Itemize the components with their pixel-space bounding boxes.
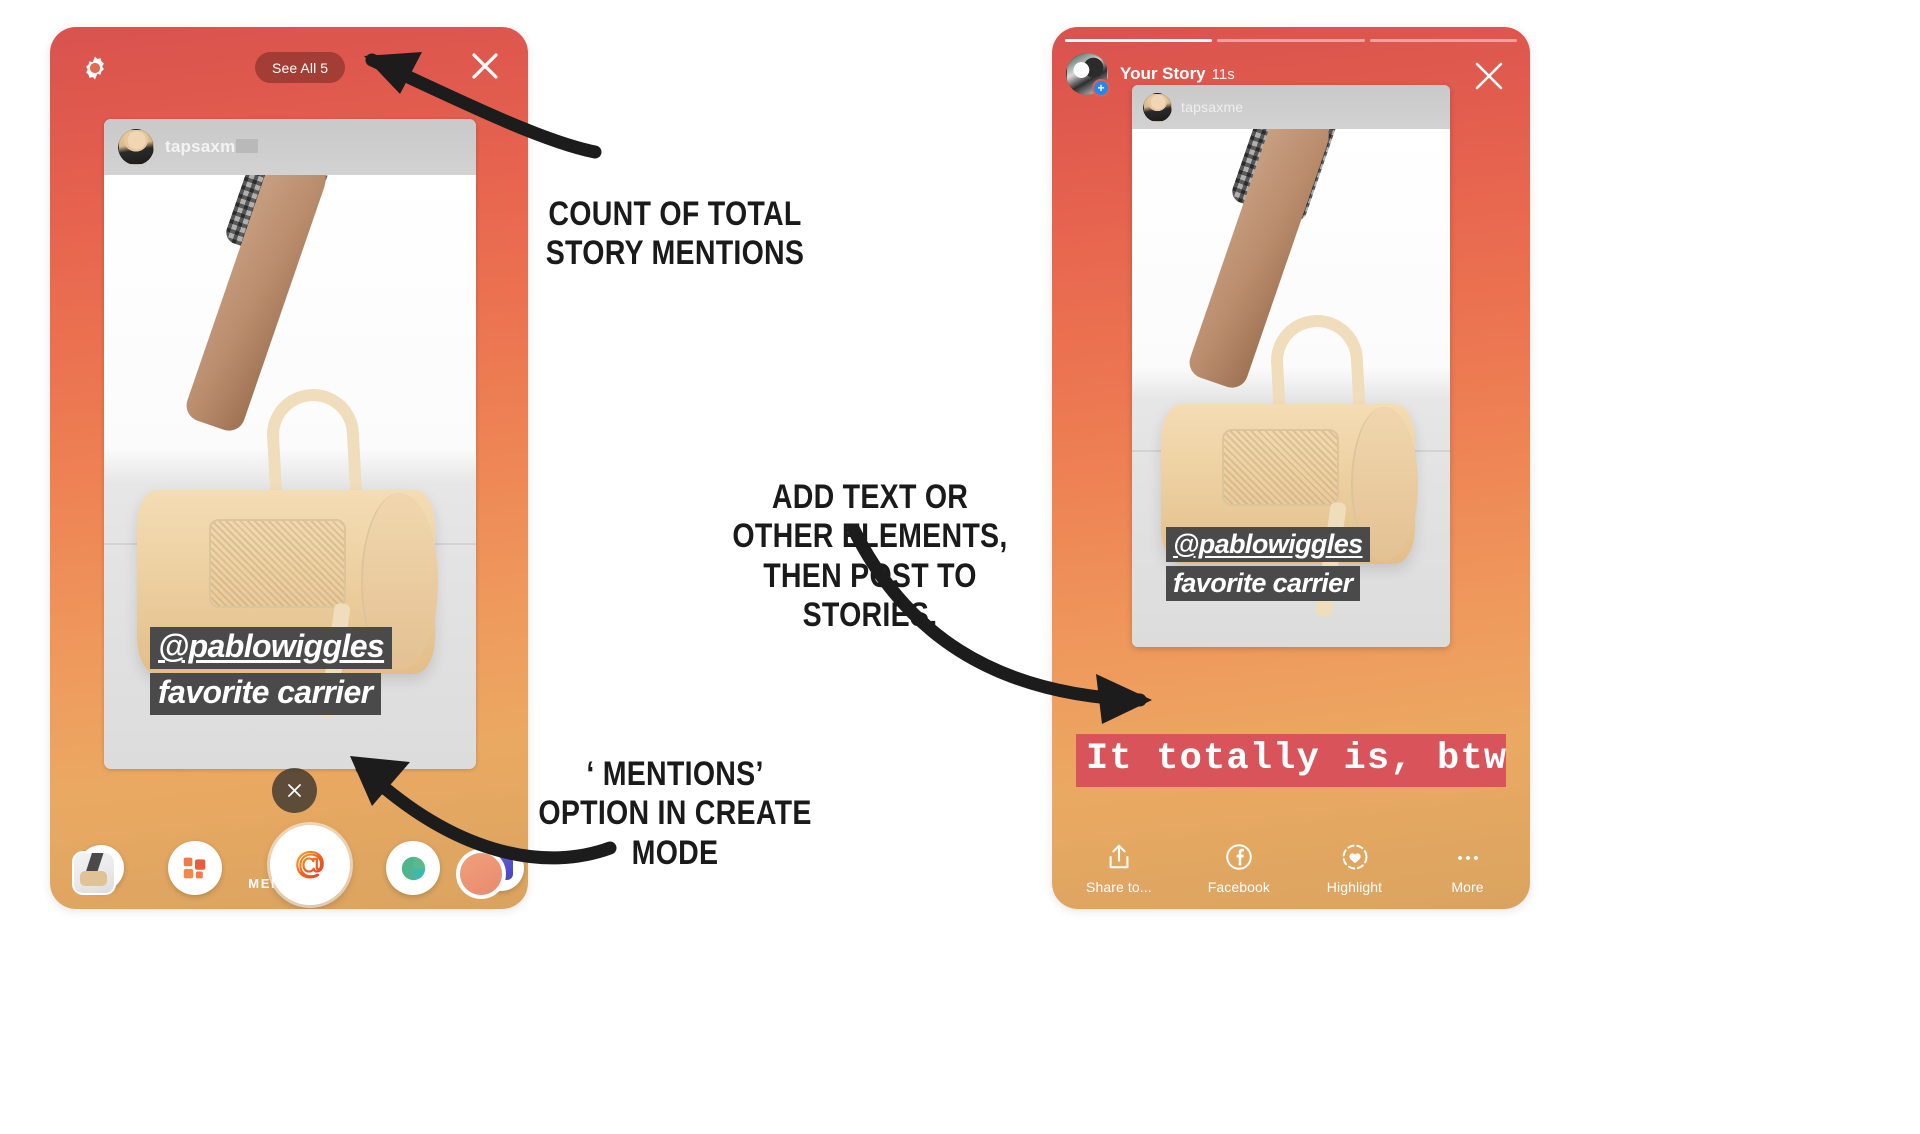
user-avatar <box>1143 92 1172 122</box>
mention-sticker-card[interactable]: tapsaxm Wild One @pablowiggles favorite … <box>104 119 476 769</box>
shutter-button[interactable] <box>456 849 506 899</box>
sticker-tray-item-mention-selected[interactable] <box>270 825 350 905</box>
share-icon <box>1105 842 1133 872</box>
gallery-thumbnail[interactable] <box>72 851 116 895</box>
add-story-plus-badge[interactable]: + <box>1092 79 1110 97</box>
mention-text-overlay[interactable]: @pablowiggles favorite carrier <box>150 627 393 715</box>
close-icon[interactable] <box>1470 57 1508 95</box>
share-to-label: Share to... <box>1086 879 1152 895</box>
reposted-mention-card[interactable]: tapsaxme Wild One @pablowiggles favorite… <box>1132 85 1450 647</box>
mention-caption-text: favorite carrier <box>150 673 381 715</box>
see-all-mentions-button[interactable]: See All 5 <box>255 52 346 83</box>
story-progress-bar <box>1065 39 1517 42</box>
bag-mesh-panel <box>208 519 346 608</box>
highlight-icon <box>1341 842 1369 872</box>
annotation-count-of-mentions: COUNT OF TOTAL STORY MENTIONS <box>545 195 805 273</box>
repost-card-header: tapsaxme <box>1132 85 1450 129</box>
story-username: Your Story <box>1120 64 1206 83</box>
mention-handle-text: @pablowiggles <box>1166 526 1370 562</box>
user-avatar <box>118 129 154 165</box>
sticker-tray: GIF <box>78 825 524 905</box>
progress-segment <box>1217 39 1365 42</box>
right-phone-story-preview: + Your Story 11s tapsaxme @pablowiggles … <box>1052 27 1530 909</box>
story-action-bar: Share to... Facebook Highlight More <box>1052 842 1530 895</box>
dog-avatar[interactable]: + <box>1066 53 1110 97</box>
repost-card-username: tapsaxme <box>1181 99 1244 115</box>
progress-segment <box>1369 39 1517 42</box>
mention-handle-text: @pablowiggles <box>150 627 393 670</box>
typed-text-banner[interactable]: It totally is, btw <box>1076 734 1506 787</box>
highlight-button[interactable]: Highlight <box>1326 842 1383 895</box>
mention-caption-text: favorite carrier <box>1166 565 1360 601</box>
more-button[interactable]: More <box>1439 842 1496 895</box>
facebook-button[interactable]: Facebook <box>1208 842 1270 895</box>
annotation-mentions-option: ‘ MENTIONS’ OPTION IN CREATE MODE <box>538 755 812 872</box>
gear-icon[interactable] <box>78 51 112 85</box>
thumb-bag <box>80 870 107 886</box>
share-to-button[interactable]: Share to... <box>1086 842 1152 895</box>
left-phone-create-mode: See All 5 tapsaxm Wild One <box>50 27 528 909</box>
facebook-label: Facebook <box>1207 879 1270 895</box>
facebook-icon <box>1225 842 1253 872</box>
progress-segment <box>1065 39 1213 42</box>
redaction-block <box>236 139 259 153</box>
sticker-close-icon[interactable] <box>272 768 317 813</box>
close-icon[interactable] <box>468 49 502 83</box>
story-timestamp: 11s <box>1211 66 1235 83</box>
annotation-add-text: ADD TEXT OR OTHER ELEMENTS, THEN POST TO… <box>732 478 1008 635</box>
more-icon <box>1454 842 1482 872</box>
highlight-label: Highlight <box>1326 879 1383 895</box>
mention-card-username: tapsaxm <box>165 137 259 157</box>
mention-text-overlay: @pablowiggles favorite carrier <box>1166 526 1370 601</box>
more-label: More <box>1451 879 1484 895</box>
bag-mesh-panel <box>1221 429 1339 507</box>
screenshot-canvas: See All 5 tapsaxm Wild One <box>0 0 1920 1134</box>
mention-card-header: tapsaxm <box>104 119 476 175</box>
